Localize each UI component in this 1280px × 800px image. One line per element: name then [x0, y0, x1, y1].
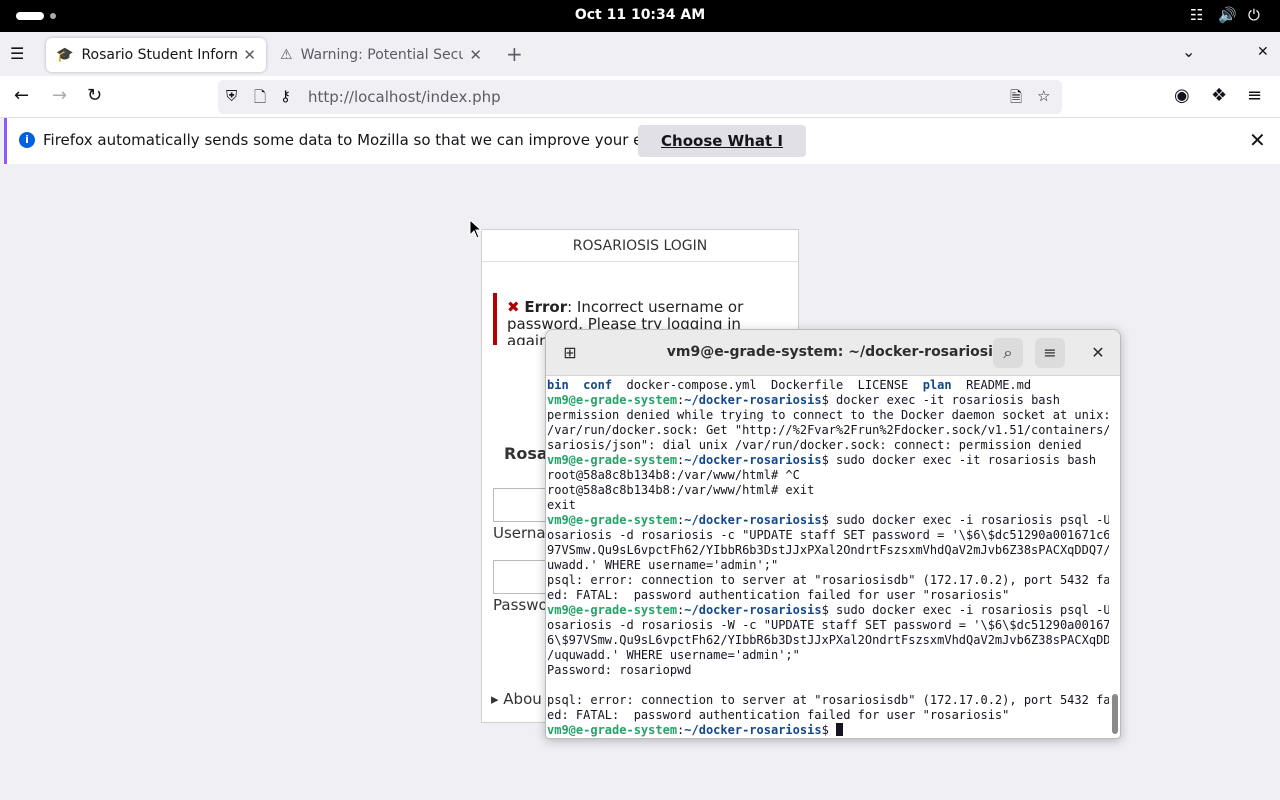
prompt-command — [829, 723, 836, 737]
volume-icon[interactable]: 🔊 — [1218, 6, 1237, 24]
system-top-bar: Oct 11 10:34 AM ☷ 🔊 ⏻ — [0, 0, 1280, 32]
prompt-command: sudo docker exec -it rosariosis bash — [828, 453, 1097, 467]
page-icon[interactable]: 🗋 — [254, 87, 266, 112]
terminal-line: exit — [547, 498, 576, 512]
error-label: Error — [524, 298, 568, 316]
terminal-line: uwadd.' WHERE username='admin';" — [547, 558, 779, 572]
extensions-icon[interactable]: ❖ — [1211, 85, 1227, 106]
notification-message: Firefox automatically sends some data to… — [43, 131, 722, 149]
terminal-line: bin conf docker-compose.yml Dockerfile L… — [547, 378, 1109, 393]
back-arrow-icon[interactable]: ← — [14, 85, 29, 106]
terminal-line: osariosis -d rosariosis -c "UPDATE staff… — [547, 528, 1109, 542]
bookmark-star-icon[interactable]: ☆ — [1037, 87, 1050, 105]
about-toggle[interactable]: ▸ Abou — [491, 690, 542, 708]
file-list-text — [569, 378, 583, 392]
choose-what-i-share-button[interactable]: Choose What I Share — [638, 125, 806, 182]
terminal-cursor — [836, 723, 844, 736]
prompt-user: vm9@e-grade-system — [547, 453, 678, 467]
terminal-line: psql: error: connection to server at "ro… — [547, 573, 1109, 587]
tab-warning[interactable]: ⚠ Warning: Potential Securi ✕ — [270, 38, 492, 72]
prompt-user: vm9@e-grade-system — [547, 603, 678, 617]
menu-icon[interactable]: ≡ — [1247, 85, 1262, 106]
terminal-line: sariosis/json": dial unix /var/run/docke… — [547, 438, 1082, 452]
account-icon[interactable]: ◉ — [1174, 85, 1190, 106]
reload-icon[interactable]: ↻ — [87, 85, 102, 106]
url-text[interactable]: http://localhost/index.php — [308, 88, 501, 106]
prompt-user: vm9@e-grade-system — [547, 513, 678, 527]
chevron-down-icon[interactable]: ⌄ — [1182, 42, 1195, 61]
prompt-path: ~/docker-rosariosis — [684, 513, 822, 527]
directory-name: bin — [547, 378, 569, 392]
close-window-icon[interactable]: ✕ — [1257, 44, 1269, 60]
info-icon: i — [19, 132, 35, 148]
prompt-command: sudo docker exec -i rosariosis psql -U r — [828, 603, 1109, 617]
tab-title: Rosario Student Informat — [81, 47, 238, 63]
password-label: Passwo — [493, 596, 548, 614]
tab-rosario[interactable]: 🎓 Rosario Student Informat ✕ — [46, 38, 266, 72]
terminal-line: vm9@e-grade-system:~/docker-rosariosis$ … — [547, 603, 1109, 618]
terminal-line: vm9@e-grade-system:~/docker-rosariosis$ — [547, 723, 1109, 738]
terminal-line: vm9@e-grade-system:~/docker-rosariosis$ … — [547, 513, 1109, 528]
new-tab-icon[interactable]: + — [506, 42, 523, 66]
terminal-scrollbar[interactable] — [1112, 694, 1118, 734]
prompt-path: ~/docker-rosariosis — [684, 393, 822, 407]
shield-icon[interactable]: ⛨ — [226, 87, 237, 105]
tab-title: Warning: Potential Securi — [300, 47, 464, 63]
error-x-icon: ✖ — [507, 298, 520, 316]
terminal-line: /uquwadd.' WHERE username='admin';" — [547, 648, 800, 662]
tab-overview-icon[interactable]: ☰ — [10, 44, 24, 63]
terminal-line: vm9@e-grade-system:~/docker-rosariosis$ … — [547, 393, 1060, 407]
prompt-command: sudo docker exec -i rosariosis psql -U r — [828, 513, 1109, 527]
terminal-line: 97VSmw.Qu9sL6vpctFh62/YIbbR6b3DstJJxPXal… — [547, 543, 1109, 557]
terminal-line: root@58a8c8b134b8:/var/www/html# exit — [547, 483, 815, 497]
directory-name: plan — [922, 378, 952, 392]
terminal-window: ⊞ vm9@e-grade-system: ~/docker-rosariosi… — [545, 329, 1121, 739]
terminal-line: vm9@e-grade-system:~/docker-rosariosis$ … — [547, 453, 1097, 467]
close-icon[interactable]: ✕ — [1249, 128, 1266, 152]
network-icon[interactable]: ☷ — [1190, 6, 1203, 24]
key-icon[interactable]: ⚷ — [280, 87, 291, 105]
login-header: ROSARIOSIS LOGIN — [482, 230, 798, 262]
terminal-line: Password: rosariopwd — [547, 663, 692, 677]
prompt-user: vm9@e-grade-system — [547, 393, 678, 407]
terminal-line: ed: FATAL: password authentication faile… — [547, 708, 1010, 722]
system-clock[interactable]: Oct 11 10:34 AM — [0, 7, 1280, 23]
reader-view-icon[interactable]: 🗎 — [1010, 87, 1022, 112]
terminal-line: psql: error: connection to server at "ro… — [547, 693, 1109, 707]
rosario-favicon: 🎓 — [56, 47, 74, 63]
file-list-text: docker-compose.yml Dockerfile LICENSE — [612, 378, 923, 392]
tab-strip: ☰ 🎓 Rosario Student Informat ✕ ⚠ Warning… — [0, 32, 1280, 76]
terminal-output[interactable]: bin conf docker-compose.yml Dockerfile L… — [546, 377, 1109, 738]
power-icon[interactable]: ⏻ — [1248, 6, 1260, 24]
terminal-line: 6\$97VSmw.Qu9sL6vpctFh62/YIbbR6b3DstJJxP… — [547, 633, 1109, 647]
terminal-line: /var/run/docker.sock: Get "http://%2Fvar… — [547, 423, 1109, 437]
mouse-pointer-icon — [469, 219, 483, 239]
warning-icon: ⚠ — [280, 47, 293, 63]
navigation-bar: ← → ↻ ⛨ 🗋 ⚷ http://localhost/index.php 🗎… — [0, 76, 1280, 118]
prompt-path: ~/docker-rosariosis — [684, 453, 822, 467]
prompt-user: vm9@e-grade-system — [547, 723, 678, 737]
prompt-path: ~/docker-rosariosis — [684, 723, 822, 737]
terminal-line: osariosis -d rosariosis -W -c "UPDATE st… — [547, 618, 1109, 632]
terminal-line: permission denied while trying to connec… — [547, 408, 1109, 422]
hamburger-menu-icon[interactable]: ≡ — [1035, 338, 1065, 368]
terminal-line: ed: FATAL: password authentication faile… — [547, 588, 1010, 602]
file-list-text: README.md — [951, 378, 1032, 392]
telemetry-notification: i Firefox automatically sends some data … — [4, 118, 1280, 182]
directory-name: conf — [583, 378, 613, 392]
close-icon[interactable]: ✕ — [243, 46, 256, 64]
prompt-command: docker exec -it rosariosis bash — [828, 393, 1060, 407]
close-icon[interactable]: ✕ — [1083, 338, 1113, 368]
forward-arrow-icon[interactable]: → — [52, 85, 67, 106]
url-bar[interactable]: ⛨ 🗋 ⚷ http://localhost/index.php 🗎 ☆ — [218, 80, 1062, 114]
prompt-path: ~/docker-rosariosis — [684, 603, 822, 617]
search-icon[interactable]: ⌕ — [993, 338, 1023, 368]
terminal-header-bar: ⊞ vm9@e-grade-system: ~/docker-rosariosi… — [546, 330, 1120, 376]
terminal-line: root@58a8c8b134b8:/var/www/html# ^C — [547, 468, 800, 482]
close-icon[interactable]: ✕ — [469, 46, 482, 64]
username-label: Userna — [493, 524, 546, 542]
